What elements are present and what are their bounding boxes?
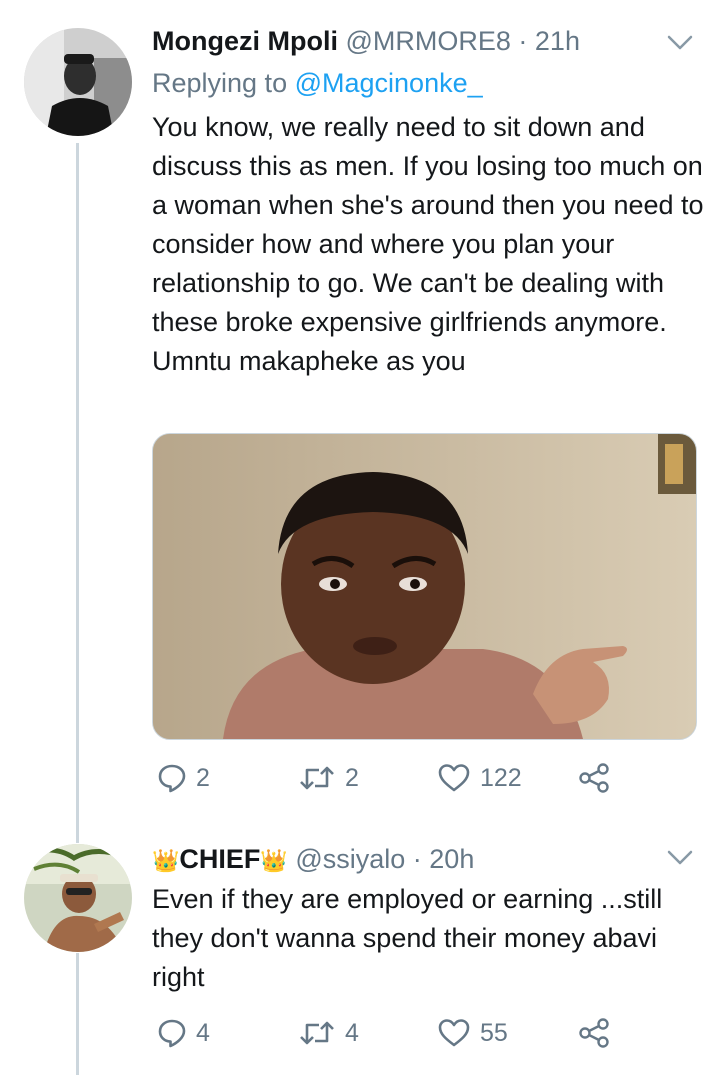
retweet-icon — [300, 766, 334, 790]
share-icon — [579, 1018, 609, 1048]
share-button[interactable] — [578, 760, 610, 796]
retweet-button[interactable]: 4 — [299, 1015, 359, 1051]
replying-to-handle[interactable]: @Magcinonke_ — [295, 68, 483, 98]
reply-count: 2 — [196, 763, 210, 792]
user-handle[interactable]: @MRMORE8 — [345, 26, 510, 56]
heart-icon — [438, 1019, 470, 1047]
timestamp[interactable]: 20h — [429, 844, 474, 874]
avatar[interactable] — [24, 844, 132, 952]
tweet-1[interactable]: Mongezi Mpoli @MRMORE8 · 21h Replying to… — [0, 0, 720, 830]
reply-icon — [158, 1019, 186, 1048]
crown-emoji: 👑 — [152, 848, 180, 873]
share-button[interactable] — [578, 1015, 610, 1051]
reply-button[interactable]: 4 — [158, 1015, 210, 1051]
tweet-2[interactable]: 👑CHIEF👑 @ssiyalo · 20h Even if they are … — [0, 830, 720, 1075]
avatar[interactable] — [24, 28, 132, 136]
like-count: 122 — [480, 763, 522, 792]
tweet-actions: 4 4 55 — [152, 1015, 632, 1051]
tweet-header: Mongezi Mpoli @MRMORE8 · 21h — [152, 24, 580, 58]
crown-emoji: 👑 — [260, 848, 288, 873]
retweet-count: 2 — [345, 763, 359, 792]
display-name[interactable]: CHIEF — [179, 844, 260, 874]
heart-icon — [438, 764, 470, 792]
like-button[interactable]: 122 — [438, 760, 522, 796]
separator-dot: · — [405, 844, 430, 874]
chevron-down-icon[interactable] — [667, 850, 693, 866]
retweet-count: 4 — [345, 1018, 359, 1047]
chevron-down-icon[interactable] — [667, 35, 693, 51]
like-button[interactable]: 55 — [438, 1015, 508, 1051]
display-name[interactable]: Mongezi Mpoli — [152, 26, 338, 56]
user-handle[interactable]: @ssiyalo — [295, 844, 405, 874]
tweet-text: You know, we really need to sit down and… — [152, 112, 704, 376]
like-count: 55 — [480, 1018, 508, 1047]
tweet-text: Even if they are employed or earning ...… — [152, 884, 663, 992]
tweet-media-image[interactable] — [152, 433, 697, 740]
tweet-header: 👑CHIEF👑 @ssiyalo · 20h — [152, 842, 474, 878]
reply-count: 4 — [196, 1018, 210, 1047]
share-icon — [579, 763, 609, 793]
separator-dot: · — [510, 26, 535, 56]
retweet-button[interactable]: 2 — [299, 760, 359, 796]
tweet-actions: 2 2 122 — [152, 760, 632, 796]
replying-to-label: Replying to — [152, 68, 288, 98]
reply-button[interactable]: 2 — [158, 760, 210, 796]
retweet-icon — [300, 1021, 334, 1045]
reply-icon — [158, 764, 186, 793]
timestamp[interactable]: 21h — [535, 26, 580, 56]
replying-to: Replying to @Magcinonke_ — [152, 66, 483, 100]
